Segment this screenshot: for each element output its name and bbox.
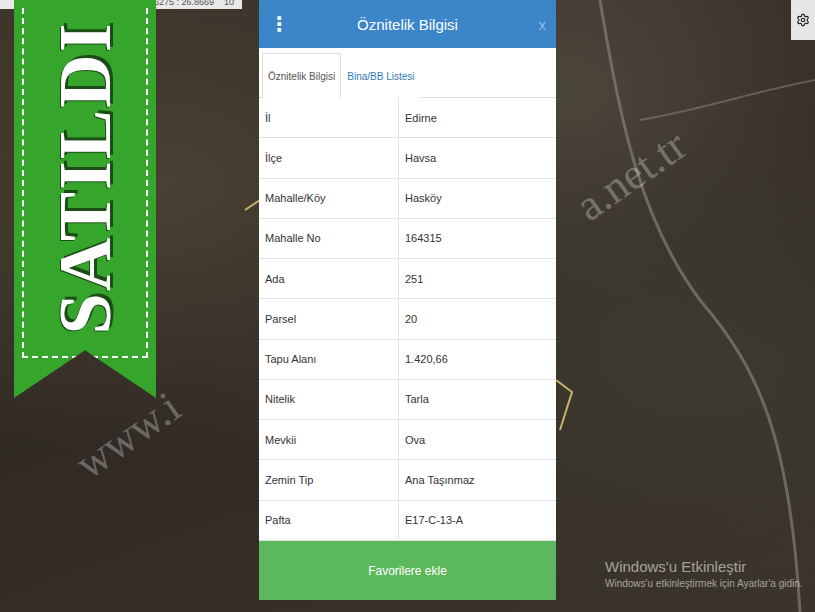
row-value: Edirne — [399, 98, 556, 137]
attribute-table: İlEdirneİlçeHavsaMahalle/KöyHasköyMahall… — [259, 98, 556, 541]
row-value: Hasköy — [399, 179, 556, 218]
table-row: Zemin TipAna Taşınmaz — [259, 460, 556, 500]
panel-title: Öznitelik Bilgisi — [289, 16, 526, 33]
table-row: İlçeHavsa — [259, 138, 556, 178]
row-value: Havsa — [399, 138, 556, 177]
sold-banner: SATILDI — [14, 0, 156, 398]
table-row: PaftaE17-C-13-A — [259, 501, 556, 541]
row-value: 251 — [399, 259, 556, 298]
tab[interactable]: Öznitelik Bilgisi — [262, 53, 341, 98]
row-label: Nitelik — [259, 380, 399, 419]
table-row: Mahalle/KöyHasköy — [259, 179, 556, 219]
row-value: Ana Taşınmaz — [399, 460, 556, 499]
row-value: 20 — [399, 299, 556, 338]
settings-button[interactable] — [791, 0, 815, 40]
activation-notice: Windows'u Etkinleştir Windows'u etkinleşt… — [605, 558, 803, 589]
gear-icon — [796, 13, 810, 27]
activation-text: Windows'u etkinleştirmek için Ayarlar'a … — [605, 578, 803, 589]
favorite-button[interactable]: Favorilere ekle — [259, 541, 556, 600]
attribute-panel: ⋮Öznitelik BilgisixÖznitelik BilgisiBina… — [259, 0, 556, 600]
row-label: Pafta — [259, 501, 399, 540]
watermark: a.net.tr — [566, 120, 695, 232]
row-label: Zemin Tip — [259, 460, 399, 499]
zoom-level: 10 — [224, 0, 234, 7]
row-value: E17-C-13-A — [399, 501, 556, 540]
table-row: Tapu Alanı1.420,66 — [259, 340, 556, 380]
row-value: Ova — [399, 420, 556, 459]
row-label: İl — [259, 98, 399, 137]
panel-header: ⋮Öznitelik Bilgisix — [259, 0, 556, 48]
menu-icon[interactable]: ⋮ — [269, 12, 289, 36]
row-label: Mevkii — [259, 420, 399, 459]
row-label: Tapu Alanı — [259, 340, 399, 379]
table-row: NitelikTarla — [259, 380, 556, 420]
table-row: Mahalle No164315 — [259, 219, 556, 259]
row-value: 164315 — [399, 219, 556, 258]
row-value: Tarla — [399, 380, 556, 419]
table-row: Ada251 — [259, 259, 556, 299]
close-button[interactable]: x — [526, 16, 546, 33]
sold-label: SATILDI — [43, 22, 128, 335]
tab[interactable]: Bina/BB Listesi — [341, 53, 420, 98]
watermark: www.i — [66, 381, 190, 489]
table-row: Parsel20 — [259, 299, 556, 339]
activation-title: Windows'u Etkinleştir — [605, 558, 803, 575]
row-label: Mahalle/Köy — [259, 179, 399, 218]
tab-bar: Öznitelik BilgisiBina/BB Listesi — [259, 48, 556, 98]
table-row: İlEdirne — [259, 98, 556, 138]
map[interactable]: 41.6275 : 26.866910www.ia.net.trSATILDI⋮… — [0, 0, 815, 612]
row-label: Parsel — [259, 299, 399, 338]
row-label: İlçe — [259, 138, 399, 177]
row-value: 1.420,66 — [399, 340, 556, 379]
table-row: MevkiiOva — [259, 420, 556, 460]
row-label: Mahalle No — [259, 219, 399, 258]
row-label: Ada — [259, 259, 399, 298]
